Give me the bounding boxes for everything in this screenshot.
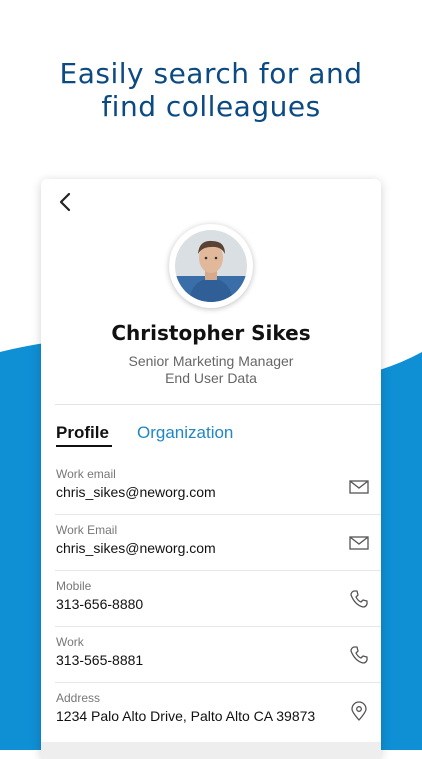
active-tab-indicator (56, 445, 112, 447)
field-label: Work email (56, 467, 116, 481)
field-value: chris_sikes@neworg.com (56, 540, 216, 556)
headline-line-2: find colleagues (101, 90, 321, 123)
headline: Easily search for and find colleagues (0, 57, 422, 123)
field-row-address[interactable]: Address 1234 Palo Alto Drive, Palto Alto… (41, 683, 381, 739)
avatar (169, 224, 253, 308)
headline-line-1: Easily search for and (59, 57, 363, 90)
profile-department: End User Data (165, 370, 257, 386)
field-value: 1234 Palo Alto Drive, Palto Alto CA 3987… (56, 708, 316, 724)
field-label: Work Email (56, 523, 118, 537)
field-value: 313-565-8881 (56, 652, 144, 668)
field-label: Work (56, 635, 84, 649)
tab-profile[interactable]: Profile (56, 423, 109, 443)
field-row-work-email-2[interactable]: Work Email chris_sikes@neworg.com (41, 515, 381, 571)
back-chevron-icon[interactable] (55, 191, 77, 213)
header-divider (55, 404, 381, 405)
field-row-work-email[interactable]: Work email chris_sikes@neworg.com (41, 459, 381, 515)
mail-icon[interactable] (349, 533, 369, 553)
profile-card: Christopher Sikes Senior Marketing Manag… (41, 179, 381, 759)
field-label: Address (56, 691, 101, 705)
phone-icon[interactable] (349, 589, 369, 609)
tab-organization[interactable]: Organization (137, 423, 233, 443)
field-row-work-phone[interactable]: Work 313-565-8881 (41, 627, 381, 683)
location-pin-icon[interactable] (349, 701, 369, 721)
field-value: chris_sikes@neworg.com (56, 484, 216, 500)
mail-icon[interactable] (349, 477, 369, 497)
avatar-photo (175, 230, 247, 302)
field-value: 313-656-8880 (56, 596, 144, 612)
profile-title: Senior Marketing Manager (128, 353, 294, 369)
field-label: Mobile (56, 579, 92, 593)
profile-name: Christopher Sikes (111, 321, 311, 345)
card-footer-strip (41, 742, 381, 759)
phone-icon[interactable] (349, 645, 369, 665)
field-row-mobile[interactable]: Mobile 313-656-8880 (41, 571, 381, 627)
